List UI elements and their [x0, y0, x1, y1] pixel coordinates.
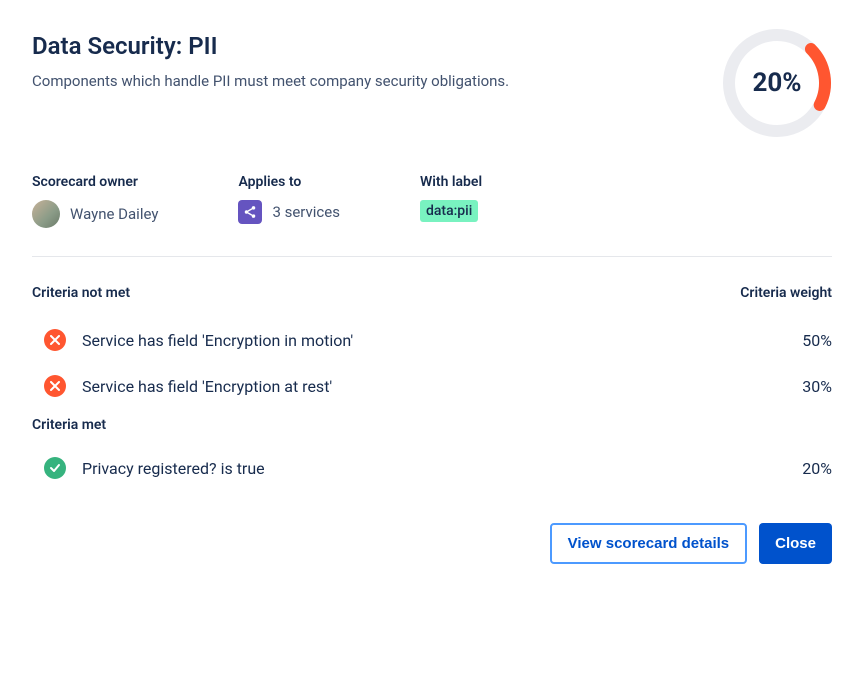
criteria-row: Service has field 'Encryption in motion'…: [32, 317, 832, 363]
share-icon: [238, 200, 262, 224]
meta-owner-label: Scorecard owner: [32, 174, 158, 190]
criteria-weight: 50%: [772, 331, 832, 350]
criteria-text: Privacy registered? is true: [82, 459, 772, 478]
view-scorecard-details-button[interactable]: View scorecard details: [550, 523, 747, 564]
check-icon: [44, 457, 66, 479]
criteria-row: Privacy registered? is true 20%: [32, 445, 832, 491]
criteria-weight-heading: Criteria weight: [740, 285, 832, 301]
criteria-not-met-heading: Criteria not met: [32, 285, 130, 301]
criteria-weight: 30%: [772, 377, 832, 396]
criteria-met-heading: Criteria met: [32, 417, 832, 433]
meta-applies-label: Applies to: [238, 174, 340, 190]
criteria-row: Service has field 'Encryption at rest' 3…: [32, 363, 832, 409]
meta-with-label-label: With label: [420, 174, 482, 190]
fail-icon: [44, 375, 66, 397]
meta-owner: Scorecard owner Wayne Dailey: [32, 174, 158, 228]
label-chip: data:pii: [420, 200, 478, 222]
criteria-weight: 20%: [772, 459, 832, 478]
applies-value: 3 services: [272, 203, 340, 221]
page-description: Components which handle PII must meet co…: [32, 72, 698, 90]
avatar: [32, 200, 60, 228]
page-title: Data Security: PII: [32, 32, 698, 60]
progress-percent: 20%: [722, 28, 832, 138]
fail-icon: [44, 329, 66, 351]
criteria-text: Service has field 'Encryption in motion': [82, 331, 772, 350]
meta-applies: Applies to 3 services: [238, 174, 340, 228]
criteria-text: Service has field 'Encryption at rest': [82, 377, 772, 396]
progress-ring: 20%: [722, 28, 832, 138]
owner-name: Wayne Dailey: [70, 205, 158, 223]
close-button[interactable]: Close: [759, 523, 832, 564]
meta-with-label: With label data:pii: [420, 174, 482, 228]
